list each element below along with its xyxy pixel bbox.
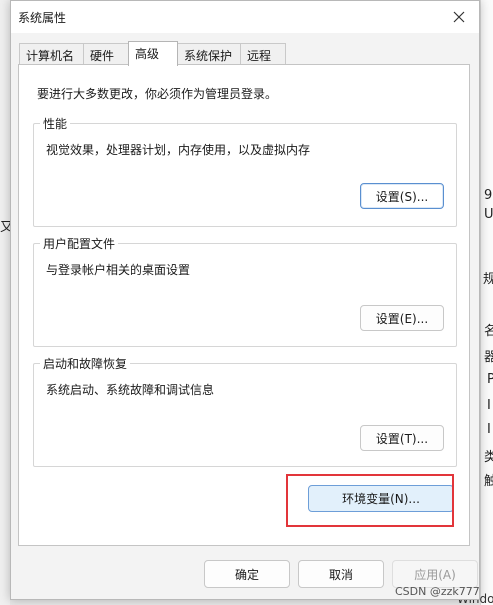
- title-bar: 系统属性: [11, 1, 479, 33]
- tab-hardware[interactable]: 硬件: [83, 43, 129, 65]
- user-profiles-settings-button[interactable]: 设置(E)...: [360, 305, 444, 331]
- background-text: 触: [484, 474, 493, 489]
- admin-notice: 要进行大多数更改，你必须作为管理员登录。: [37, 87, 278, 101]
- background-text: 规: [483, 272, 493, 287]
- background-text: 类: [484, 450, 493, 465]
- dialog-title: 系统属性: [18, 11, 67, 25]
- group-description: 系统启动、系统故障和调试信息: [46, 383, 215, 397]
- background-text: I: [487, 398, 491, 413]
- close-icon: [453, 11, 465, 23]
- highlight-box: [286, 474, 454, 527]
- cancel-button[interactable]: 取消: [298, 560, 384, 588]
- performance-settings-button[interactable]: 设置(S)...: [360, 183, 444, 209]
- background-window-right: [480, 0, 493, 605]
- group-title: 性能: [40, 115, 71, 132]
- group-title: 用户配置文件: [40, 235, 119, 252]
- background-text: 器: [484, 350, 493, 365]
- watermark: CSDN @zzk777: [395, 585, 480, 598]
- group-title: 启动和故障恢复: [40, 355, 131, 372]
- startup-recovery-group: 启动和故障恢复 系统启动、系统故障和调试信息 设置(T)...: [33, 355, 457, 467]
- performance-group: 性能 视觉效果，处理器计划，内存使用，以及虚拟内存 设置(S)...: [33, 115, 457, 227]
- startup-recovery-settings-button[interactable]: 设置(T)...: [360, 425, 444, 451]
- apply-button[interactable]: 应用(A): [392, 560, 478, 588]
- tab-system-protection[interactable]: 系统保护: [177, 43, 241, 65]
- background-text: 名: [484, 324, 493, 339]
- tab-remote[interactable]: 远程: [240, 43, 286, 65]
- group-description: 视觉效果，处理器计划，内存使用，以及虚拟内存: [46, 143, 311, 157]
- background-text: I: [487, 422, 491, 437]
- background-window-left: [0, 0, 10, 605]
- ok-button[interactable]: 确定: [204, 560, 290, 588]
- close-button[interactable]: [439, 1, 479, 33]
- group-description: 与登录帐户相关的桌面设置: [46, 263, 191, 277]
- background-text: 9: [484, 188, 493, 203]
- background-text: U: [484, 207, 493, 222]
- tab-computer-name[interactable]: 计算机名: [19, 43, 84, 65]
- background-text: P: [487, 372, 493, 387]
- user-profiles-group: 用户配置文件 与登录帐户相关的桌面设置 设置(E)...: [33, 235, 457, 347]
- tab-advanced[interactable]: 高级: [128, 41, 178, 66]
